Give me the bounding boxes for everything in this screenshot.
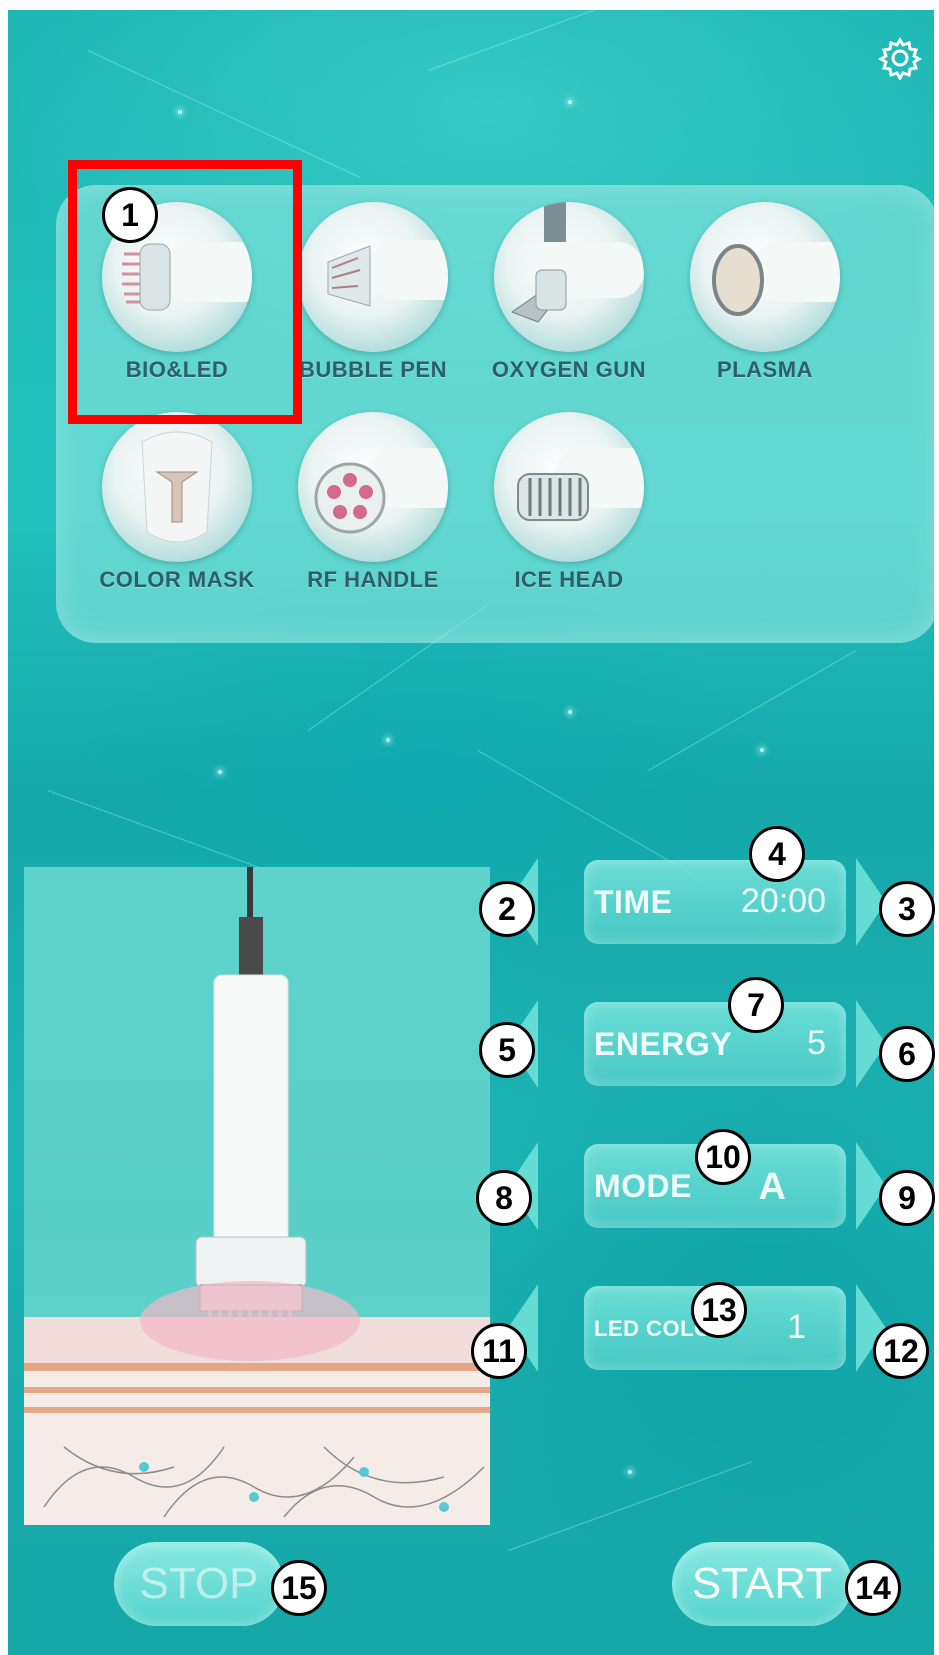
handle-ice-head[interactable]: ICE HEAD [464, 412, 644, 602]
background-spark [760, 748, 764, 752]
color-mask-icon [102, 412, 252, 562]
energy-label: ENERGY [594, 1026, 733, 1062]
handle-plasma[interactable]: PLASMA [660, 202, 840, 392]
energy-control: ENERGY 5 [584, 1002, 846, 1086]
background-spark [218, 770, 222, 774]
handle-label: PLASMA [717, 357, 813, 382]
ice-head-icon [494, 412, 644, 562]
selected-handle-highlight [68, 160, 302, 424]
mode-value: A [758, 1166, 786, 1208]
led-color-value: 1 [787, 1308, 806, 1346]
time-label: TIME [594, 884, 673, 920]
callout-1: 1 [102, 187, 158, 243]
callout-11: 11 [471, 1323, 527, 1379]
callout-15: 15 [271, 1560, 327, 1616]
background-line [508, 1461, 753, 1551]
treatment-preview-image [24, 867, 490, 1525]
background-line [428, 10, 673, 71]
background-line [648, 650, 857, 771]
callout-13: 13 [691, 1282, 747, 1338]
callout-3: 3 [879, 881, 935, 937]
background-spark [386, 738, 390, 742]
background-spark [178, 110, 182, 114]
background-spark [628, 1470, 632, 1474]
bubble-pen-handle-icon [298, 202, 448, 352]
start-button[interactable]: START [672, 1542, 852, 1626]
background-line [87, 50, 360, 178]
callout-2: 2 [479, 881, 535, 937]
callout-7: 7 [728, 977, 784, 1033]
callout-6: 6 [879, 1026, 935, 1082]
stop-button[interactable]: STOP [114, 1542, 284, 1626]
gear-icon[interactable] [878, 36, 922, 80]
plasma-handle-icon [690, 202, 840, 352]
callout-5: 5 [479, 1022, 535, 1078]
handle-oxygen-gun[interactable]: OXYGEN GUN [464, 202, 646, 392]
background-spark [568, 710, 572, 714]
oxygen-gun-handle-icon [494, 202, 644, 352]
handle-label: ICE HEAD [514, 567, 624, 592]
handle-color-mask[interactable]: COLOR MASK [72, 412, 254, 602]
rf-handle-icon [298, 412, 448, 562]
background-spark [568, 100, 572, 104]
callout-12: 12 [873, 1323, 929, 1379]
handle-rf[interactable]: RF HANDLE [268, 412, 448, 602]
energy-value: 5 [807, 1024, 826, 1062]
callout-9: 9 [879, 1170, 935, 1226]
callout-4: 4 [749, 826, 805, 882]
callout-14: 14 [845, 1560, 901, 1616]
callout-10: 10 [695, 1129, 751, 1185]
time-value: 20:00 [740, 882, 826, 920]
callout-8: 8 [476, 1170, 532, 1226]
time-control: TIME 20:00 [584, 860, 846, 944]
mode-label: MODE [594, 1168, 692, 1204]
